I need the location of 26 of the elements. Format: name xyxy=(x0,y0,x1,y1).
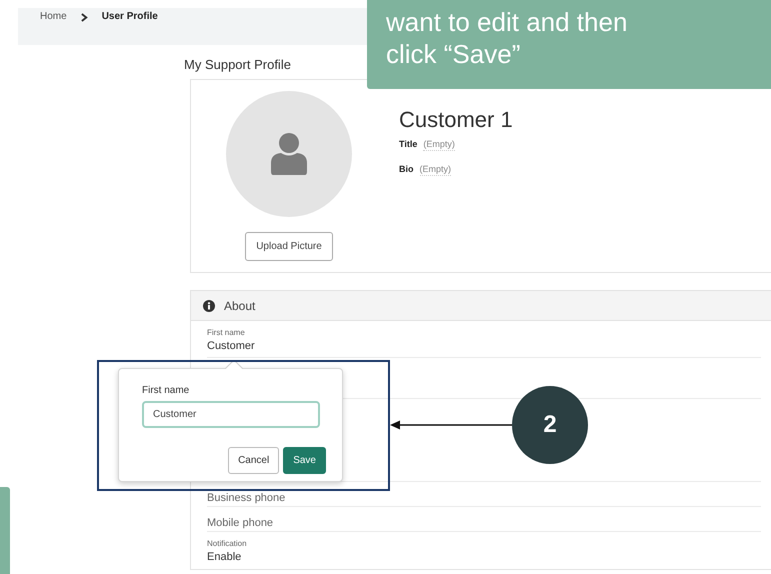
field-label: First name xyxy=(142,385,190,396)
breadcrumb-link[interactable]: User Profile xyxy=(102,11,158,22)
panel-title: About xyxy=(224,298,256,312)
field-value[interactable]: Customer xyxy=(207,340,761,352)
first-name-input[interactable]: Customer xyxy=(142,401,320,428)
callout-text: click “Save” xyxy=(386,38,522,70)
field-value[interactable]: Enable xyxy=(207,551,761,563)
page-title: My Support Profile xyxy=(184,57,292,74)
person-icon xyxy=(271,133,307,175)
breadcrumb-link[interactable]: Home xyxy=(40,11,67,22)
field-label: Bio xyxy=(399,164,414,176)
save-button[interactable]: Save xyxy=(283,447,326,474)
step-marker: 2 xyxy=(512,386,588,464)
chevron-icon xyxy=(80,13,88,22)
field-value[interactable]: (Empty) xyxy=(423,139,455,151)
field-value[interactable]: (Empty) xyxy=(420,164,451,176)
callout-text: want to edit and then xyxy=(386,6,628,38)
info-icon xyxy=(203,300,215,312)
field-label: First name xyxy=(207,328,246,337)
field-label: Title xyxy=(399,139,418,151)
field-label[interactable]: Mobile phone xyxy=(207,517,274,529)
cancel-button[interactable]: Cancel xyxy=(228,447,280,474)
profile-name: Customer 1 xyxy=(399,107,513,133)
field-label: Notification xyxy=(207,539,248,548)
field-label[interactable]: Business phone xyxy=(207,492,286,504)
upload-picture-button[interactable]: Upload Picture xyxy=(245,232,333,261)
